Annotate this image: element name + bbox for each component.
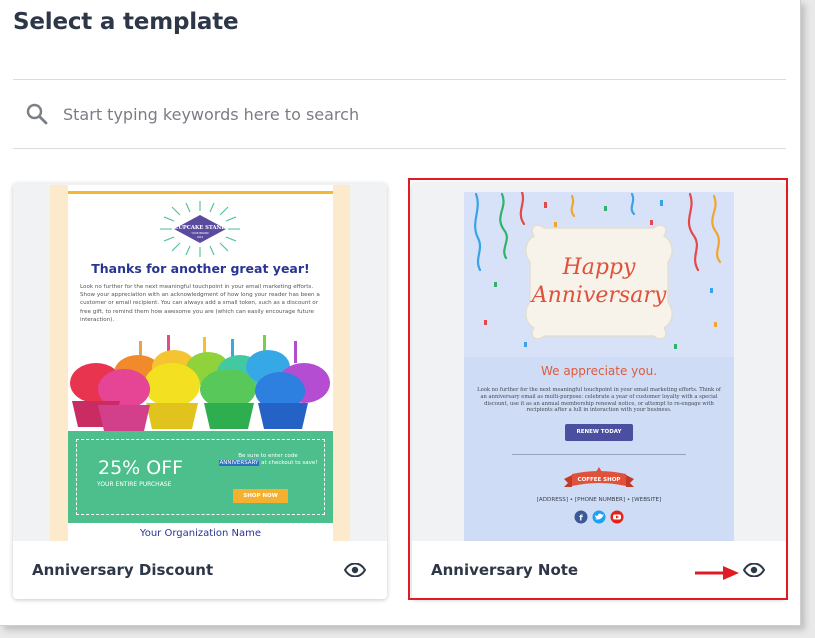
template-card-anniversary-note[interactable]: Happy Anniversary We appreciate you. Loo… bbox=[412, 183, 786, 599]
logo-text: CUPCAKE STAND bbox=[174, 225, 226, 231]
search-bar bbox=[13, 80, 786, 148]
template-preview[interactable]: CUPCAKE STAND YOUR BRAND 2019 Thanks for… bbox=[13, 183, 387, 541]
promo-code: ANNIVERSARY bbox=[218, 460, 260, 466]
search-input[interactable] bbox=[61, 98, 765, 130]
preview-heading: We appreciate you. bbox=[540, 364, 658, 378]
shop-now-button: SHOP NOW bbox=[233, 489, 288, 503]
logo-year: 2019 bbox=[197, 236, 204, 239]
preview-heading: Thanks for another great year! bbox=[91, 261, 310, 276]
social-icons: f bbox=[574, 510, 624, 524]
promo-block: 25% OFF YOUR ENTIRE PURCHASE Be sure to … bbox=[68, 431, 333, 523]
cupcake-stand-logo: CUPCAKE STAND YOUR BRAND 2019 bbox=[160, 201, 240, 257]
preview-body: Look no further for the next meaningful … bbox=[477, 387, 721, 414]
address-line: [ADDRESS] • [PHONE NUMBER] • [WEBSITE] bbox=[536, 497, 662, 503]
promo-code-text: Be sure to enter code ANNIVERSARY at che… bbox=[218, 453, 318, 466]
cupcakes-image bbox=[68, 331, 333, 431]
page-title: Select a template bbox=[13, 9, 239, 35]
template-preview-image: CUPCAKE STAND YOUR BRAND 2019 Thanks for… bbox=[50, 185, 350, 541]
template-preview-image: Happy Anniversary We appreciate you. Loo… bbox=[464, 192, 734, 541]
happy-script: Happy bbox=[562, 255, 636, 280]
eye-icon[interactable] bbox=[344, 563, 366, 577]
divider bbox=[13, 148, 786, 149]
preview-body: Look no further for the next meaningful … bbox=[80, 284, 320, 323]
red-arrow-icon bbox=[695, 566, 739, 580]
coffee-shop-ribbon: COFFEE SHOP bbox=[564, 467, 634, 487]
logo-subtext: YOUR BRAND bbox=[191, 231, 208, 235]
eye-icon[interactable] bbox=[743, 563, 765, 577]
template-card-anniversary-discount[interactable]: CUPCAKE STAND YOUR BRAND 2019 Thanks for… bbox=[13, 183, 387, 599]
search-icon bbox=[26, 103, 48, 125]
card-footer: Anniversary Discount bbox=[13, 541, 387, 599]
promo-sub: YOUR ENTIRE PURCHASE bbox=[97, 481, 172, 488]
coffee-shop-label: COFFEE SHOP bbox=[578, 477, 621, 483]
renew-today-button: RENEW TODAY bbox=[565, 424, 633, 441]
org-name: Your Organization Name bbox=[139, 528, 262, 539]
promo-big: 25% OFF bbox=[98, 457, 184, 479]
template-name: Anniversary Discount bbox=[32, 561, 214, 579]
template-preview[interactable]: Happy Anniversary We appreciate you. Loo… bbox=[412, 183, 786, 541]
template-picker-panel: Select a template Start typing keywords … bbox=[0, 0, 801, 626]
confetti-frame-image: Happy Anniversary bbox=[474, 192, 722, 349]
anniversary-script: Anniversary bbox=[530, 283, 667, 308]
template-name: Anniversary Note bbox=[431, 561, 579, 579]
svg-text:f: f bbox=[579, 514, 583, 523]
